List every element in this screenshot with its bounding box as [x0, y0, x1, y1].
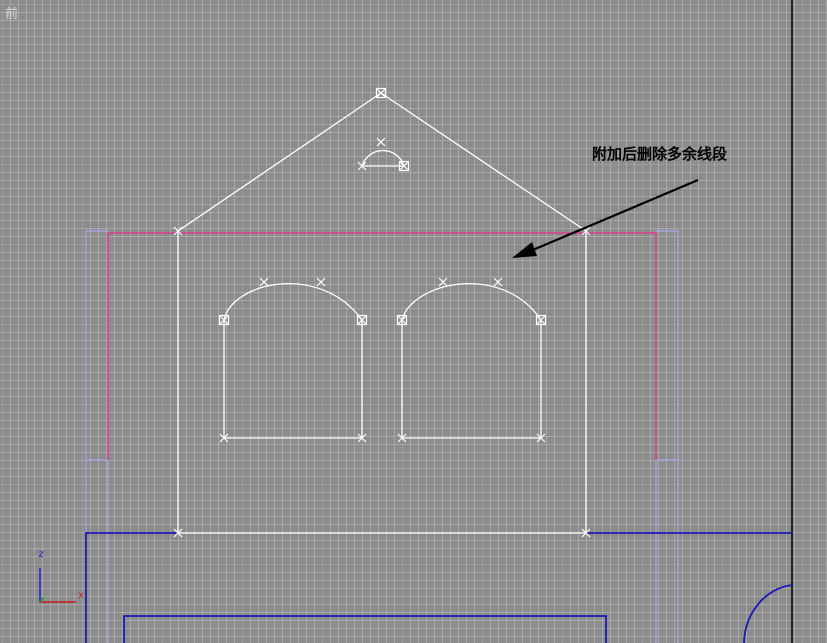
- vertex-markers: [173, 88, 591, 538]
- front-viewport[interactable]: 前 附加后删除多余线段 z x: [0, 0, 827, 643]
- lilac-outline: [85, 230, 679, 643]
- viewport-scene[interactable]: [0, 0, 827, 643]
- blue-outline: [85, 532, 793, 643]
- axis-x-label: x: [78, 590, 85, 601]
- annotation-text: 附加后删除多余线段: [592, 145, 728, 163]
- axis-z-label: z: [38, 549, 45, 560]
- selected-frame[interactable]: [107, 232, 657, 460]
- gable-shape[interactable]: [177, 92, 587, 534]
- annotation-arrow: [512, 178, 699, 258]
- arched-windows[interactable]: [223, 283, 542, 439]
- first-vertex-markers: [218, 87, 547, 326]
- axis-tripod: [39, 568, 76, 603]
